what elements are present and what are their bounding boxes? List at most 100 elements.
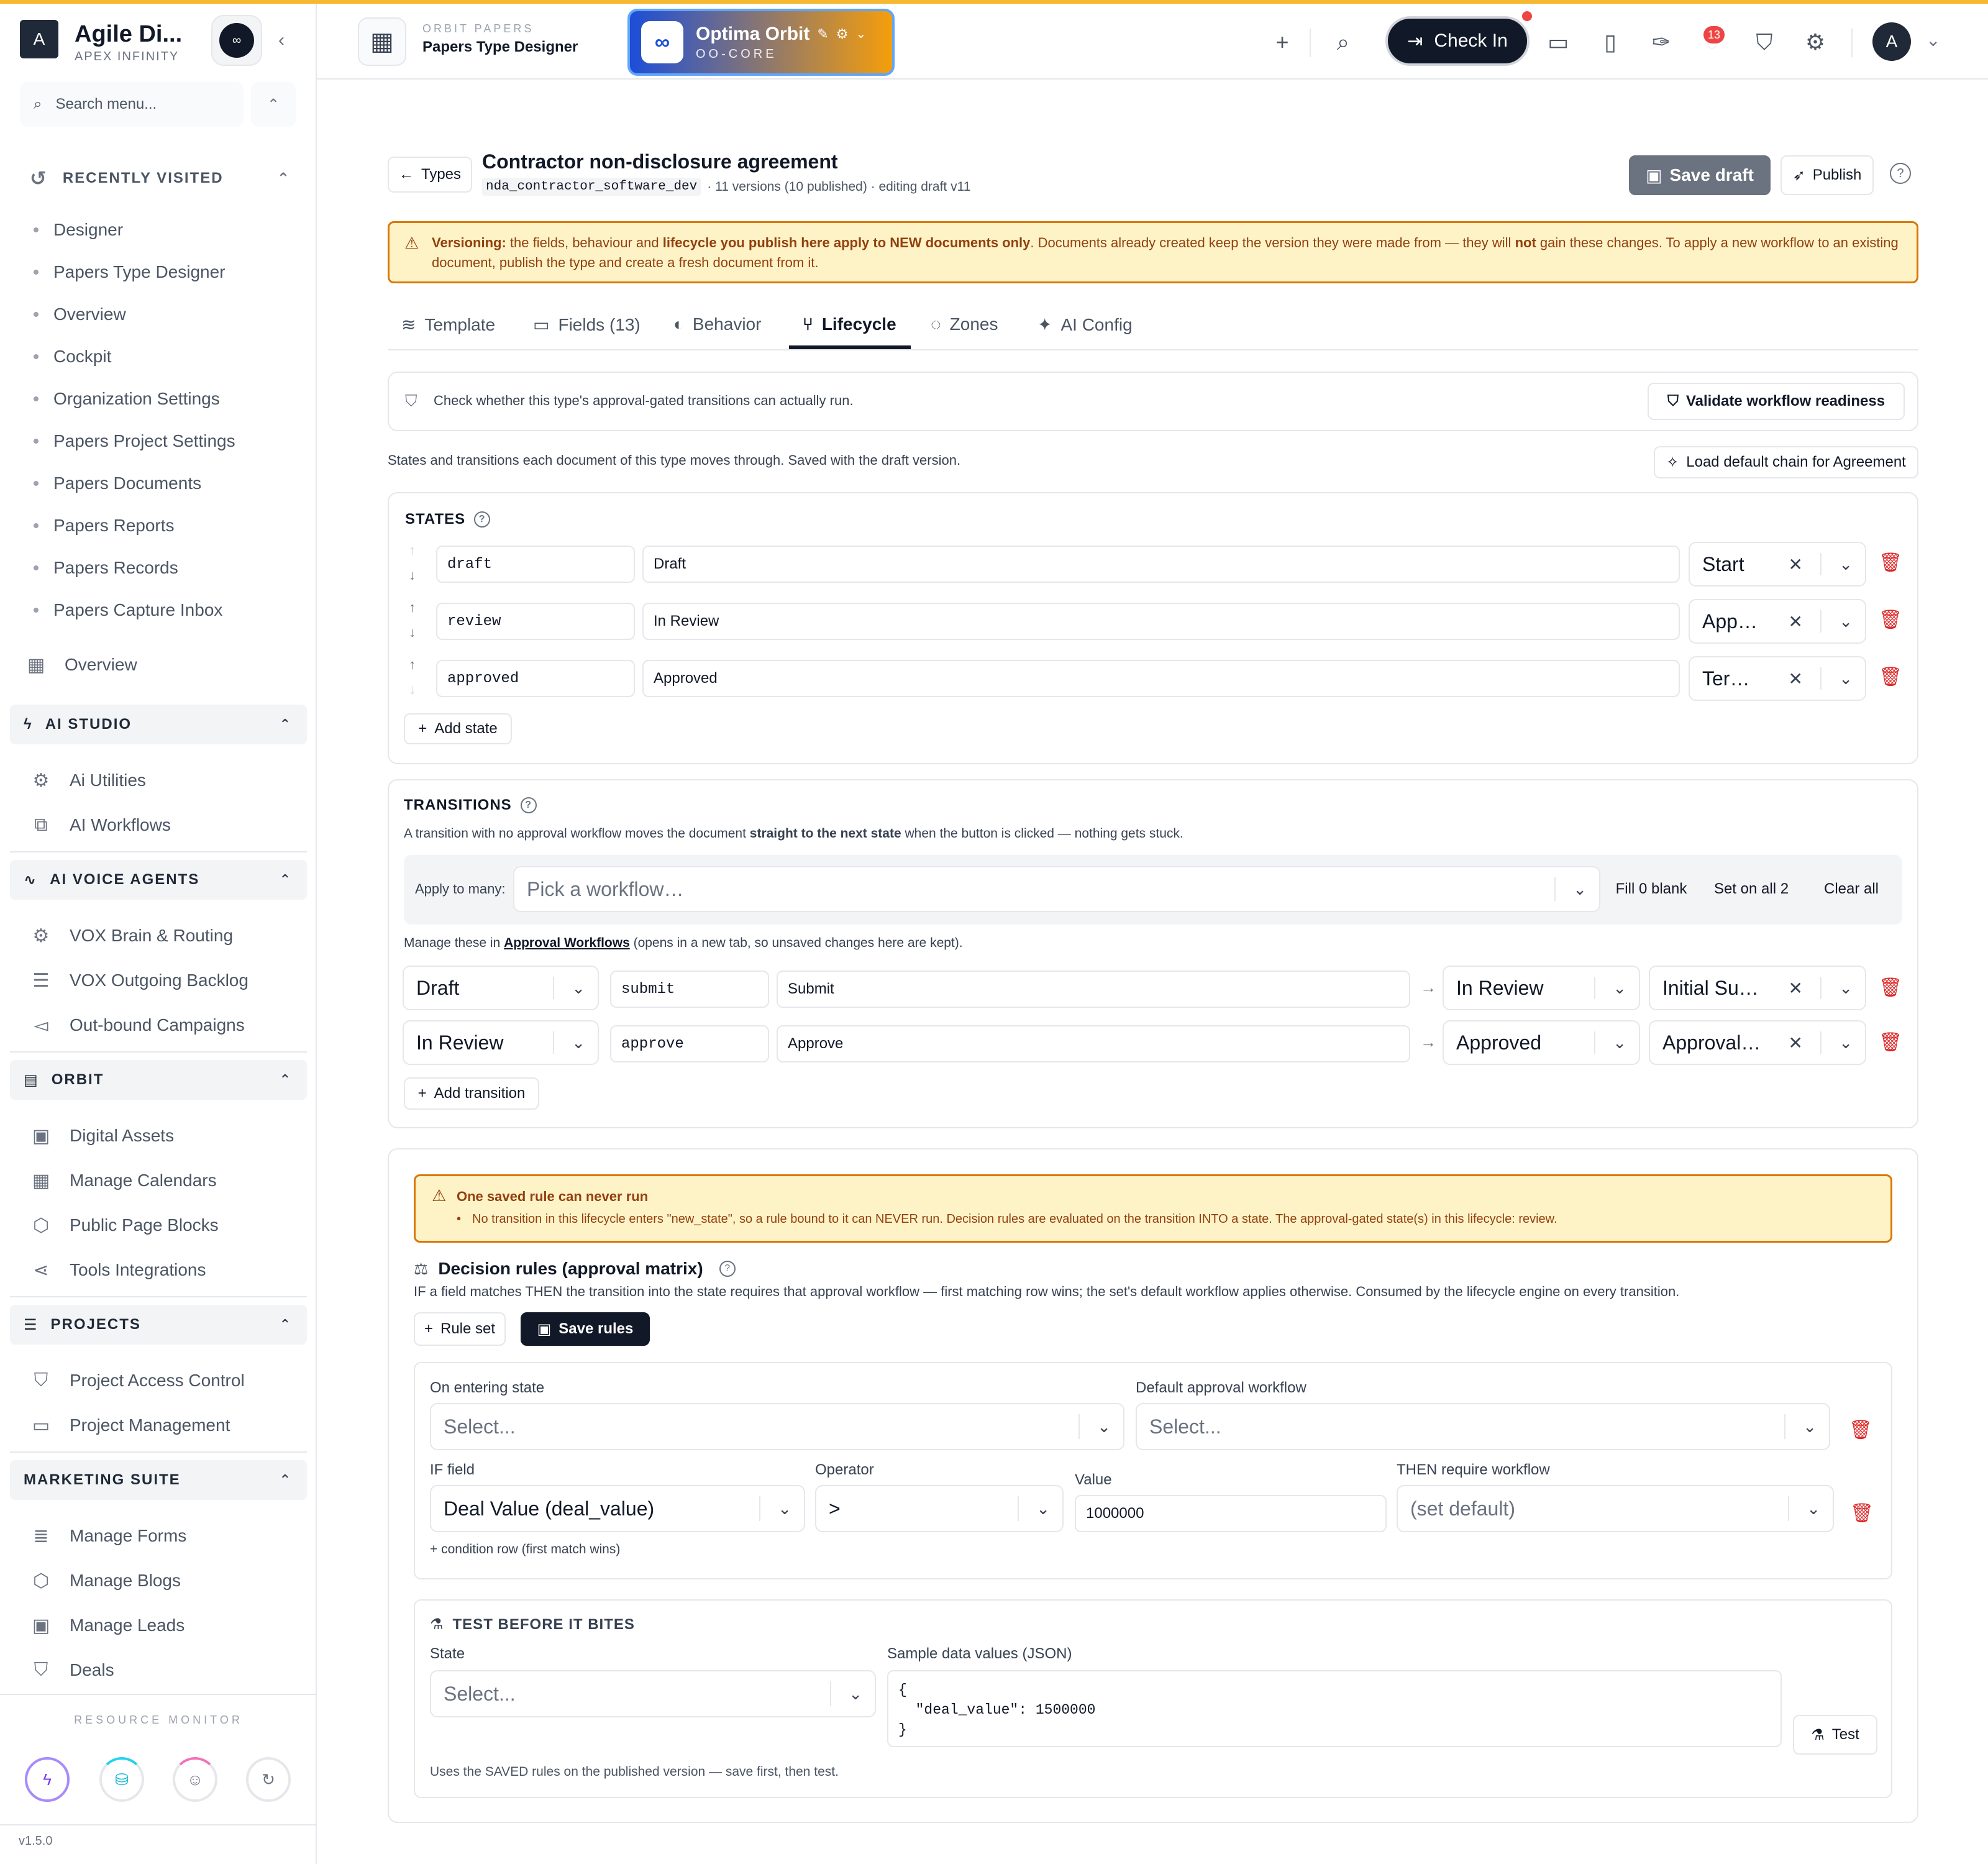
recent-item[interactable]: Papers Records [34,547,235,589]
tab-lifecycle[interactable]: ⑂ Lifecycle [803,314,896,334]
clear-all-button[interactable]: Clear all [1809,872,1894,906]
avatar[interactable]: A [1872,22,1911,61]
default-workflow-select[interactable]: Select... ⌄ [1136,1403,1830,1450]
recent-item[interactable]: Designer [34,209,235,251]
close-icon[interactable]: ✕ [1789,669,1803,689]
brand-name[interactable]: Agile Di... [75,21,182,48]
fill-blank-button[interactable]: Fill 0 blank [1609,872,1694,906]
trash-icon[interactable]: 🗑 [1879,977,1902,998]
trash-icon[interactable]: 🗑 [1849,1419,1872,1441]
sample-json-textarea[interactable]: { "deal_value": 1500000} [887,1670,1782,1747]
org-logo[interactable]: ∞ [211,15,262,66]
then-workflow-select[interactable]: (set default) ⌄ [1397,1485,1834,1532]
plus-icon[interactable]: + [1265,25,1300,60]
monitor-icon[interactable]: ▭ [1541,25,1575,60]
sidebar-item-manage-forms[interactable]: ≣ Manage Forms [30,1514,186,1558]
trash-icon[interactable]: 🗑 [1879,1031,1902,1053]
apply-workflow-select[interactable]: Pick a workflow… ⌄ [513,866,1600,912]
sidebar-item-ai-workflows[interactable]: ⧉ AI Workflows [30,803,171,847]
sidebar-item-ai-utilities[interactable]: ⚙ Ai Utilities [30,758,146,803]
sidebar-item-outbound-campaigns[interactable]: ◅ Out-bound Campaigns [30,1003,244,1048]
close-icon[interactable]: ✕ [1789,978,1803,998]
cpu-gauge-icon[interactable]: ϟ [25,1757,70,1802]
state-key-input[interactable]: draft [436,546,635,583]
section-orbit[interactable]: ▤ ORBIT ⌃ [10,1060,307,1100]
add-transition-button[interactable]: + Add transition [404,1077,539,1110]
recent-item[interactable]: Organization Settings [34,378,235,420]
back-to-types-button[interactable]: ← Types [388,157,472,193]
trash-icon[interactable]: 🗑 [1879,666,1902,688]
close-icon[interactable]: ✕ [1789,554,1803,575]
sidebar-item-tools-integrations[interactable]: ⋖ Tools Integrations [30,1248,206,1292]
state-label-input[interactable]: Draft [642,546,1680,583]
state-label-input[interactable]: In Review [642,603,1680,640]
save-rules-button[interactable]: ▣ Save rules [521,1312,650,1346]
transition-to-select[interactable]: In Review ⌄ [1443,966,1640,1010]
transition-label-input[interactable]: Submit [777,971,1410,1008]
sidebar-item-project-access-control[interactable]: ⛉ Project Access Control [30,1358,245,1403]
arrow-up-icon[interactable]: ↑ [409,538,416,563]
add-rule-set-button[interactable]: + Rule set [414,1312,506,1346]
recent-item[interactable]: Papers Documents [34,462,235,505]
sync-gauge-icon[interactable]: ↻ [246,1757,291,1802]
recent-item[interactable]: Overview [34,293,235,336]
sidebar-item-vox-brain[interactable]: ⚙ VOX Brain & Routing [30,913,233,958]
state-kind-select[interactable]: App… ✕ ⌄ [1689,599,1866,644]
tab-behavior[interactable]: ◐ Behavior [673,314,761,334]
section-marketing-suite[interactable]: MARKETING SUITE ⌃ [10,1460,307,1500]
users-gauge-icon[interactable]: ☺ [173,1757,217,1802]
close-icon[interactable]: ✕ [1789,1033,1803,1053]
sidebar-item-project-management[interactable]: ▭ Project Management [30,1403,230,1448]
trash-icon[interactable]: 🗑 [1879,552,1902,573]
recent-item[interactable]: Papers Capture Inbox [34,589,235,631]
help-icon[interactable]: ? [520,797,537,813]
recent-item[interactable]: Papers Type Designer [34,251,235,293]
transition-key-input[interactable]: approve [610,1025,769,1062]
gear-icon[interactable]: ⚙ [1798,25,1833,60]
transition-label-input[interactable]: Approve [777,1025,1410,1062]
trash-icon[interactable]: 🗑 [1879,609,1902,631]
set-on-all-button[interactable]: Set on all 2 [1705,872,1798,906]
sidebar-item-manage-blogs[interactable]: ⬡ Manage Blogs [30,1558,181,1603]
recent-item[interactable]: Papers Reports [34,505,235,547]
state-kind-select[interactable]: Start ✕ ⌄ [1689,542,1866,587]
recently-visited-header[interactable]: ↺ RECENTLY VISITED ⌃ [30,167,291,190]
sidebar-item-manage-calendars[interactable]: ▦ Manage Calendars [30,1158,217,1203]
arrow-down-icon[interactable]: ↓ [409,677,416,702]
arrow-up-icon[interactable]: ↑ [409,595,416,620]
sidebar-item-vox-backlog[interactable]: ☰ VOX Outgoing Backlog [30,958,248,1003]
approval-workflows-link[interactable]: Approval Workflows [504,936,630,950]
trash-icon[interactable]: 🗑 [1850,1502,1874,1524]
sidebar-item-digital-assets[interactable]: ▣ Digital Assets [30,1113,174,1158]
transition-workflow-select[interactable]: Approval… ✕ ⌄ [1649,1020,1866,1065]
on-entering-state-select[interactable]: Select... ⌄ [430,1403,1124,1450]
tab-zones[interactable]: ◌ Zones [931,314,998,334]
add-condition-row-link[interactable]: + condition row (first match wins) [430,1542,620,1557]
sidebar-item-public-page-blocks[interactable]: ⬡ Public Page Blocks [30,1203,219,1248]
state-key-input[interactable]: review [436,603,635,640]
tab-fields[interactable]: ▭ Fields (13) [533,314,641,335]
apps-grid-icon[interactable]: ▦ [358,17,406,66]
transition-from-select[interactable]: Draft ⌄ [403,966,599,1010]
gear-icon[interactable]: ⚙ [836,26,849,42]
help-icon[interactable]: ? [719,1261,736,1277]
recent-item[interactable]: Cockpit [34,336,235,378]
arrow-up-icon[interactable]: ↑ [409,652,416,677]
if-field-select[interactable]: Deal Value (deal_value) ⌄ [430,1485,805,1532]
section-ai-studio[interactable]: ϟ AI STUDIO ⌃ [10,705,307,744]
database-gauge-icon[interactable]: ⛁ [99,1757,144,1802]
state-label-input[interactable]: Approved [642,660,1680,697]
tab-ai-config[interactable]: ✦ AI Config [1037,314,1133,335]
check-in-button[interactable]: ⇥ Check In [1385,16,1530,66]
sidebar-item-overview[interactable]: ▦ Overview [25,642,137,687]
arrow-down-icon[interactable]: ↓ [409,563,416,588]
state-key-input[interactable]: approved [436,660,635,697]
save-draft-button[interactable]: ▣ Save draft [1629,155,1771,195]
wrench-icon[interactable]: ✑ [1644,25,1679,60]
test-state-select[interactable]: Select... ⌄ [430,1670,876,1717]
operator-select[interactable]: > ⌄ [815,1485,1064,1532]
help-icon[interactable]: ? [474,511,491,528]
publish-button[interactable]: ➶ Publish [1781,155,1874,195]
shield-icon[interactable]: ⛉ [1747,25,1782,60]
rule-value-input[interactable]: 1000000 [1075,1495,1387,1532]
